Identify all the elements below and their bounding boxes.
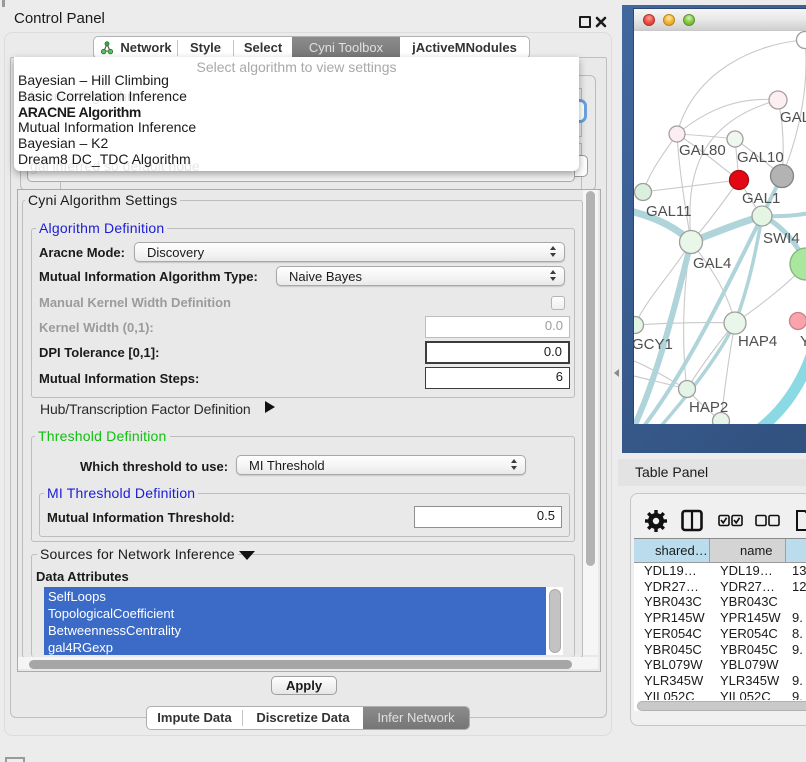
svg-text:GAL4: GAL4	[693, 255, 731, 272]
svg-text:GAL7: GAL7	[780, 109, 806, 126]
svg-text:Y: Y	[800, 333, 806, 350]
svg-text:HAP4: HAP4	[738, 333, 777, 350]
svg-text:SWI4: SWI4	[763, 230, 800, 247]
svg-text:GAL80: GAL80	[679, 142, 726, 159]
svg-text:HAP2: HAP2	[689, 399, 728, 416]
svg-text:GAL10: GAL10	[737, 149, 784, 166]
svg-text:GAL1: GAL1	[742, 190, 780, 207]
svg-text:GCY1: GCY1	[634, 336, 673, 353]
svg-text:GAL11: GAL11	[646, 203, 692, 220]
